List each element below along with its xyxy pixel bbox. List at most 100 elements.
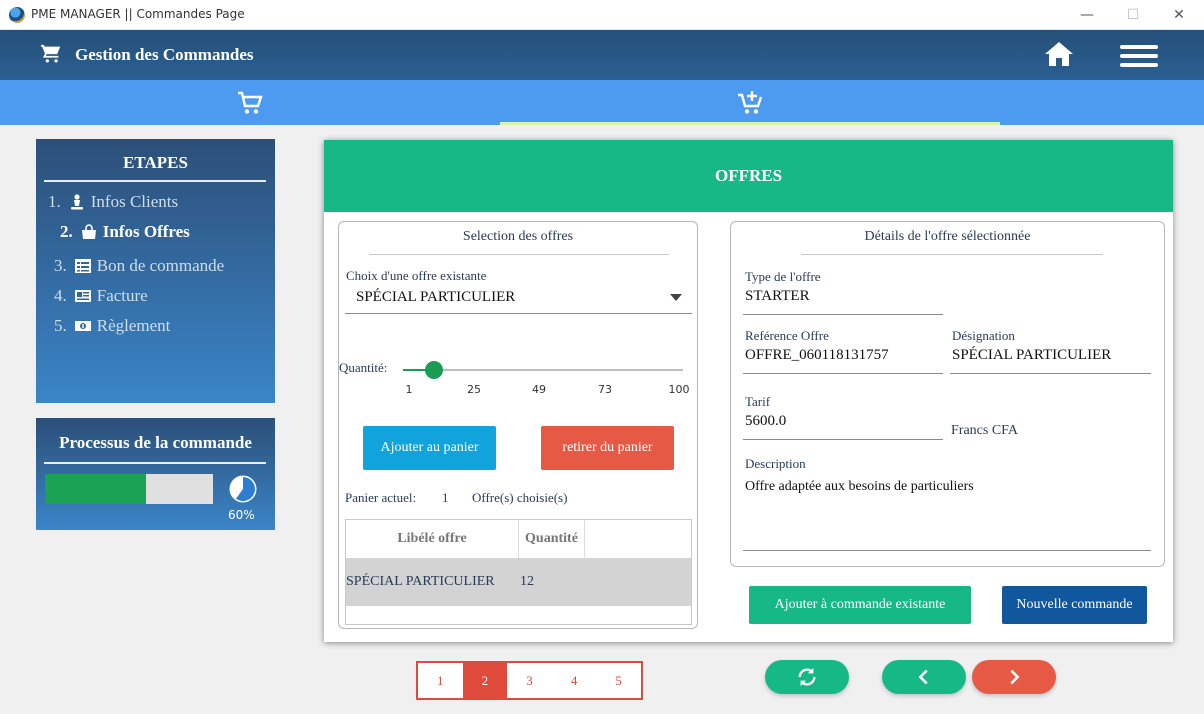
slider-tick: 1 xyxy=(405,383,413,396)
type-label: Type de l'offre xyxy=(745,269,821,284)
tarif-value[interactable]: 5600.0 xyxy=(745,413,786,430)
window-title-bar: PME MANAGER || Commandes Page — ☐ ✕ xyxy=(0,0,1204,30)
cell-offre: SPÉCIAL PARTICULIER xyxy=(346,574,495,589)
slider-thumb[interactable] xyxy=(425,361,444,379)
app-logo-icon xyxy=(9,7,25,23)
step-number: 2. xyxy=(60,222,73,241)
person-icon xyxy=(69,194,85,210)
step-number: 5. xyxy=(54,316,67,335)
chevron-down-icon xyxy=(670,294,682,301)
home-icon[interactable] xyxy=(1044,41,1074,67)
divider xyxy=(369,254,669,255)
pagination: 1 2 3 4 5 xyxy=(416,661,643,700)
field-underline xyxy=(743,373,943,374)
step-infos-offres[interactable]: 2. Infos Offres xyxy=(60,222,190,242)
reference-value[interactable]: OFFRE_060118131757 xyxy=(745,347,889,364)
tab-orders[interactable] xyxy=(0,80,500,125)
tarif-label: Tarif xyxy=(745,394,771,409)
chevron-left-icon xyxy=(918,669,928,685)
hamburger-menu-icon[interactable] xyxy=(1120,45,1158,67)
step-number: 4. xyxy=(54,286,67,305)
offres-title: OFFRES xyxy=(324,140,1173,212)
list-icon xyxy=(74,258,91,274)
cart-count: 1 xyxy=(442,490,449,505)
table-row[interactable]: SPÉCIAL PARTICULIER 12 xyxy=(346,558,691,606)
divider xyxy=(801,254,1103,255)
close-button[interactable]: ✕ xyxy=(1156,0,1202,30)
offer-choice-value: SPÉCIAL PARTICULIER xyxy=(356,289,516,305)
steps-panel: ETAPES 1. Infos Clients 2. Infos Offres … xyxy=(36,139,275,403)
tab-new-order[interactable] xyxy=(500,80,1000,125)
description-value[interactable]: Offre adaptée aux besoins de particulier… xyxy=(745,479,974,495)
previous-button[interactable] xyxy=(882,660,966,694)
window-title: PME MANAGER || Commandes Page xyxy=(31,7,245,21)
page-button-3[interactable]: 3 xyxy=(507,663,552,698)
currency-label: Francs CFA xyxy=(951,423,1019,438)
shopping-bag-icon xyxy=(81,224,97,240)
designation-value[interactable]: SPÉCIAL PARTICULIER xyxy=(952,347,1111,364)
app-header: Gestion des Commandes xyxy=(0,30,1204,80)
step-label: Règlement xyxy=(96,316,171,335)
column-header-quantite[interactable]: Quantité xyxy=(519,520,585,558)
page-title: Gestion des Commandes xyxy=(75,45,254,64)
quantity-label: Quantité: xyxy=(339,360,388,375)
step-bon-de-commande[interactable]: 3. Bon de commande xyxy=(54,256,224,276)
selection-title: Selection des offres xyxy=(462,229,574,244)
refresh-icon xyxy=(798,667,816,687)
details-title: Détails de l'offre sélectionnée xyxy=(864,229,1031,244)
reference-label: Reférence Offre xyxy=(745,328,829,343)
step-number: 1. xyxy=(48,192,61,211)
offer-choice-select[interactable]: SPÉCIAL PARTICULIER xyxy=(345,286,692,314)
description-label: Description xyxy=(745,456,806,471)
cart-icon xyxy=(238,91,263,114)
field-underline xyxy=(743,550,1151,551)
tab-strip xyxy=(0,80,1204,125)
step-label: Bon de commande xyxy=(96,256,225,275)
add-to-cart-button[interactable]: Ajouter au panier xyxy=(363,426,496,470)
steps-title: ETAPES xyxy=(123,153,188,172)
step-label: Infos Offres xyxy=(102,222,190,241)
field-underline xyxy=(345,313,692,314)
page-button-5[interactable]: 5 xyxy=(596,663,641,698)
field-underline xyxy=(950,373,1151,374)
field-underline xyxy=(743,314,943,315)
add-to-existing-order-button[interactable]: Ajouter à commande existante xyxy=(749,586,971,624)
step-number: 3. xyxy=(54,256,67,275)
type-value[interactable]: STARTER xyxy=(745,288,810,305)
progress-fill xyxy=(45,474,146,504)
cell-quantite: 12 xyxy=(520,574,534,589)
slider-tick: 100 xyxy=(668,383,690,396)
process-title: Processus de la commande xyxy=(59,433,252,452)
maximize-button[interactable]: ☐ xyxy=(1110,0,1156,30)
cart-add-icon xyxy=(738,90,763,114)
step-label: Facture xyxy=(96,286,148,305)
selection-box: Selection des offres Choix d'une offre e… xyxy=(338,221,698,629)
progress-percent: 60% xyxy=(228,508,255,522)
cart-label: Panier actuel: xyxy=(345,490,417,505)
progress-pie-icon xyxy=(229,475,257,503)
slider-tick: 25 xyxy=(467,383,481,396)
column-header-offre[interactable]: Libélé offre xyxy=(346,520,519,558)
page-button-1[interactable]: 1 xyxy=(418,663,463,698)
next-button[interactable] xyxy=(972,660,1056,694)
refresh-button[interactable] xyxy=(765,660,849,694)
process-panel: Processus de la commande 60% xyxy=(36,418,275,530)
money-icon xyxy=(74,318,91,334)
step-facture[interactable]: 4. Facture xyxy=(54,286,148,306)
step-label: Infos Clients xyxy=(90,192,179,211)
slider-track xyxy=(403,369,683,371)
step-infos-clients[interactable]: 1. Infos Clients xyxy=(48,192,178,212)
minimize-button[interactable]: — xyxy=(1064,0,1110,30)
cart-suffix: Offre(s) choisie(s) xyxy=(472,490,568,505)
page-button-2[interactable]: 2 xyxy=(462,663,508,698)
field-underline xyxy=(743,439,943,440)
remove-from-cart-button[interactable]: retirer du panier xyxy=(541,426,674,470)
cart-icon xyxy=(40,44,61,63)
step-reglement[interactable]: 5. Règlement xyxy=(54,316,170,336)
offres-card: OFFRES Selection des offres Choix d'une … xyxy=(324,140,1173,642)
details-box: Détails de l'offre sélectionnée Type de … xyxy=(730,221,1165,567)
new-order-button[interactable]: Nouvelle commande xyxy=(1002,586,1147,624)
divider xyxy=(44,180,266,182)
page-button-4[interactable]: 4 xyxy=(552,663,597,698)
slider-tick: 49 xyxy=(532,383,546,396)
